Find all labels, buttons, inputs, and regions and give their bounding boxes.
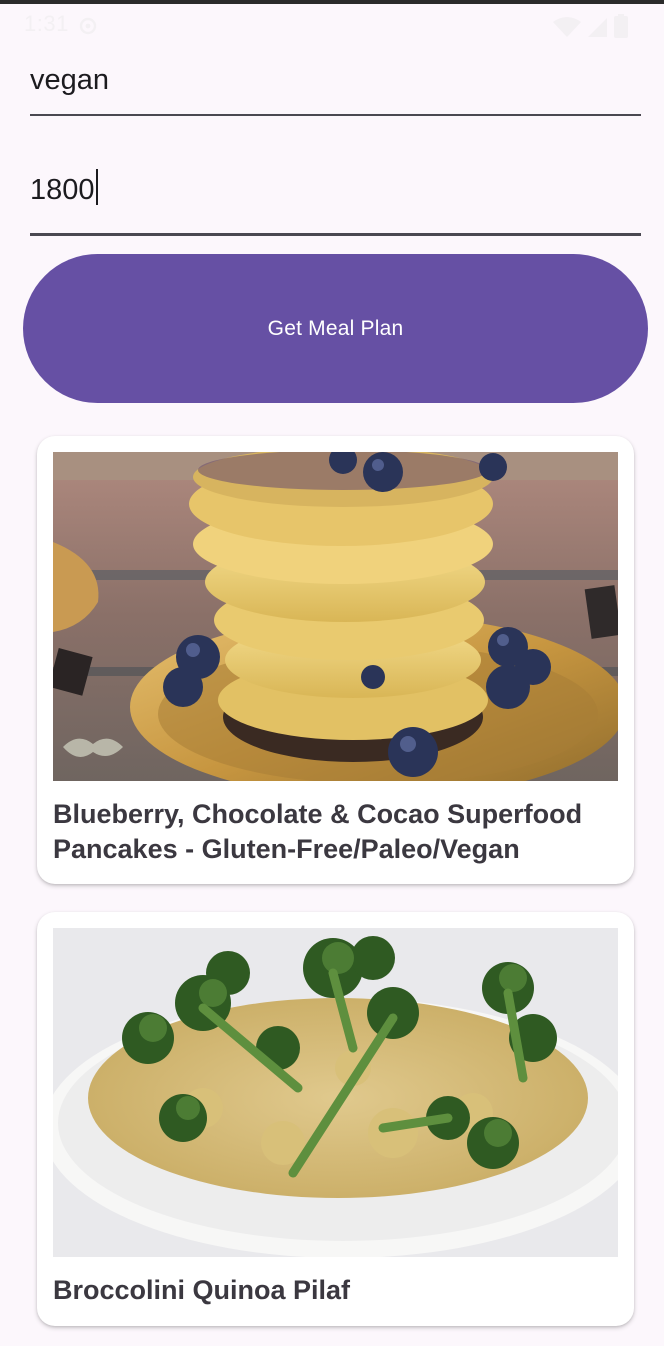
diet-input-value[interactable]: vegan	[30, 64, 109, 97]
wifi-icon	[552, 16, 582, 43]
battery-icon	[614, 14, 628, 43]
calories-field[interactable]: 1800	[30, 165, 641, 239]
calories-text: 1800	[30, 174, 95, 206]
diet-field-underline	[30, 114, 641, 116]
meal-title: Blueberry, Chocolate & Cocao Superfood P…	[53, 799, 583, 864]
calories-field-underline	[30, 233, 641, 236]
location-icon	[78, 16, 98, 43]
get-meal-plan-button[interactable]: Get Meal Plan	[23, 254, 648, 403]
meal-image-quinoa	[53, 928, 618, 1257]
calories-input-value[interactable]: 1800	[30, 169, 98, 207]
meal-title: Broccolini Quinoa Pilaf	[53, 1275, 351, 1305]
meal-card[interactable]: Blueberry, Chocolate & Cocao Superfood P…	[37, 436, 634, 884]
status-bar: 1:31	[0, 4, 664, 44]
meal-image-pancakes	[53, 452, 618, 781]
signal-icon	[586, 16, 608, 43]
text-cursor	[95, 169, 98, 205]
diet-field[interactable]: vegan	[30, 60, 641, 120]
meal-card[interactable]: Broccolini Quinoa Pilaf	[37, 912, 634, 1326]
status-time: 1:31	[24, 11, 69, 36]
